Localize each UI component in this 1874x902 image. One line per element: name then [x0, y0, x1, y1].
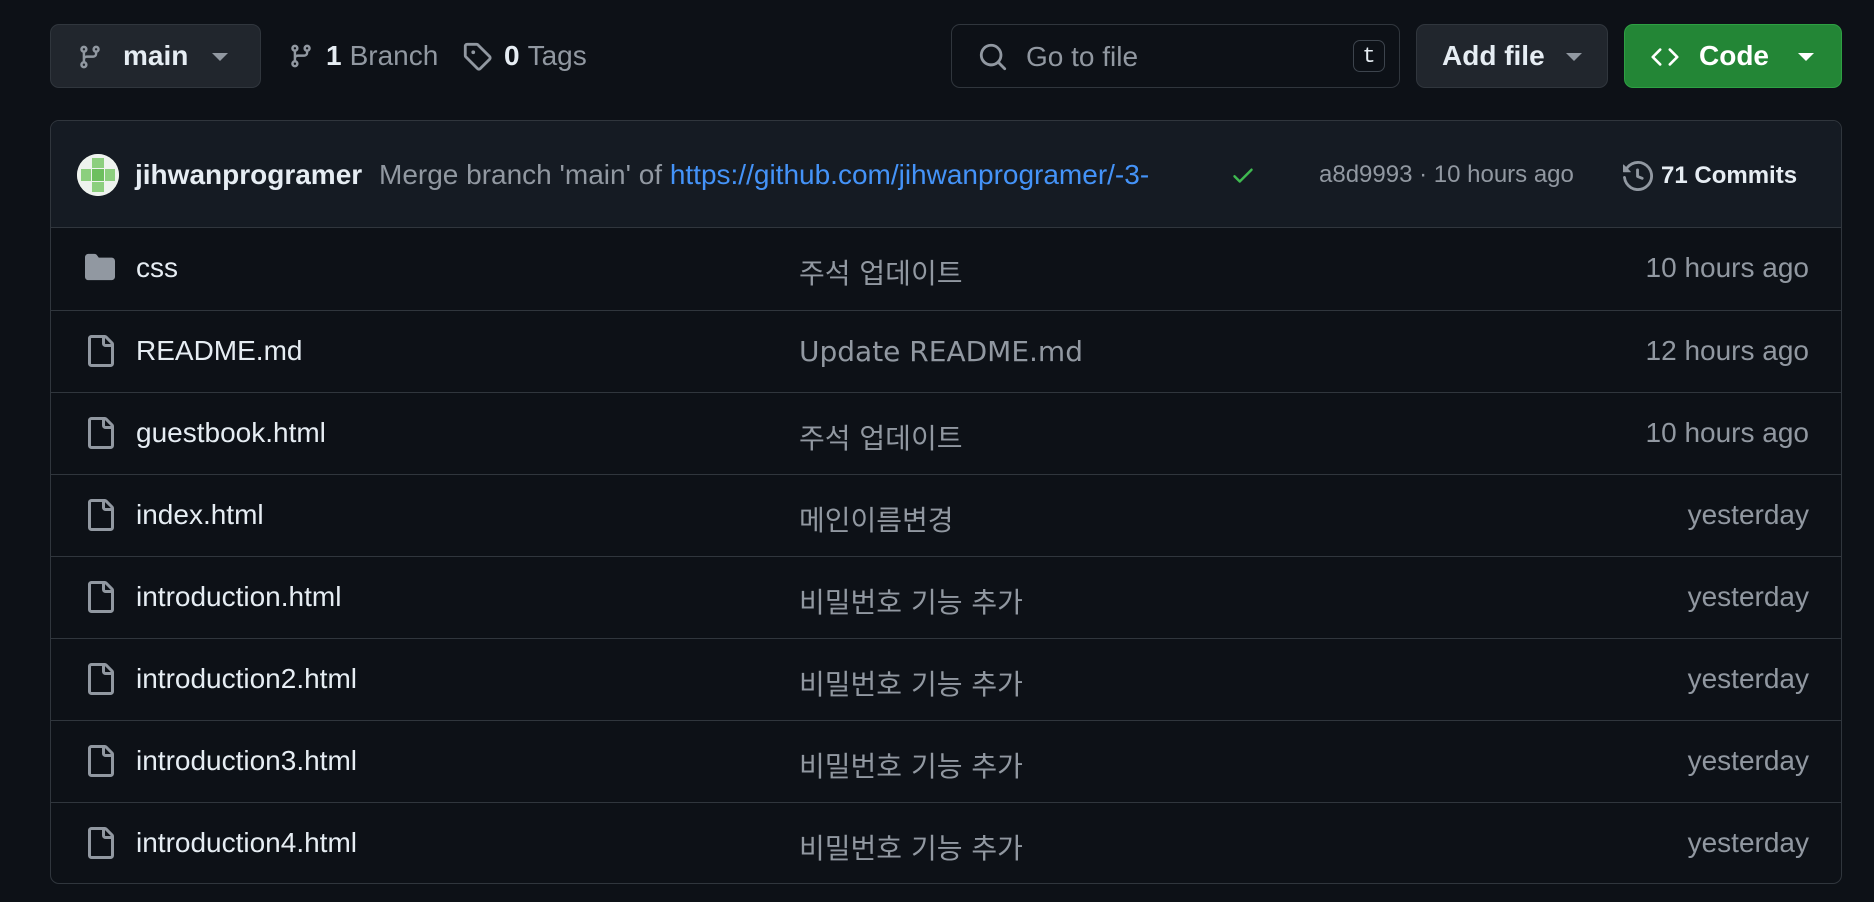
code-label: Code — [1699, 40, 1769, 71]
file-commit-time: yesterday — [1687, 499, 1809, 530]
branches-link[interactable]: 1 Branch — [288, 38, 438, 74]
file-icon — [83, 745, 117, 777]
file-commit-time: 10 hours ago — [1645, 417, 1809, 448]
folder-icon — [83, 252, 117, 282]
file-icon — [83, 417, 117, 449]
avatar[interactable] — [77, 154, 119, 196]
tag-icon — [462, 41, 492, 71]
commit-message-text: Merge branch 'main' of — [379, 159, 670, 190]
file-commit-time: yesterday — [1687, 827, 1809, 858]
file-commit-message-link[interactable]: 주석 업데이트 — [799, 252, 962, 292]
file-icon — [83, 827, 117, 859]
search-icon — [978, 42, 1008, 72]
commit-author[interactable]: jihwanprogramer — [135, 159, 362, 191]
table-row[interactable]: introduction2.html 비밀번호 기능 추가 yesterday — [51, 638, 1841, 720]
file-commit-time: yesterday — [1687, 581, 1809, 612]
file-commit-message-link[interactable]: 주석 업데이트 — [799, 417, 962, 457]
file-commit-message-link[interactable]: 비밀번호 기능 추가 — [799, 581, 1023, 621]
file-name-link[interactable]: introduction.html — [136, 581, 341, 613]
table-row[interactable]: css 주석 업데이트 10 hours ago — [51, 228, 1841, 310]
file-commit-message-link[interactable]: 메인이름변경 — [799, 499, 954, 539]
file-commit-message-link[interactable]: 비밀번호 기능 추가 — [799, 827, 1023, 867]
file-icon — [83, 581, 117, 613]
check-icon[interactable] — [1228, 162, 1258, 188]
branch-count: 1 — [326, 40, 342, 71]
search-input[interactable] — [1024, 39, 1308, 75]
table-row[interactable]: README.md Update README.md 12 hours ago — [51, 310, 1841, 392]
commit-sha-time[interactable]: a8d9993 · 10 hours ago — [1319, 161, 1574, 189]
tags-link[interactable]: 0 Tags — [462, 38, 587, 74]
go-to-file-search[interactable]: t — [951, 24, 1400, 88]
file-name-link[interactable]: introduction4.html — [136, 827, 357, 859]
file-commit-message-link[interactable]: 비밀번호 기능 추가 — [799, 745, 1023, 785]
file-table: jihwanprogramer Merge branch 'main' of h… — [50, 120, 1842, 884]
table-row[interactable]: index.html 메인이름변경 yesterday — [51, 474, 1841, 556]
add-file-label: Add file — [1442, 40, 1545, 71]
table-row[interactable]: introduction3.html 비밀번호 기능 추가 yesterday — [51, 720, 1841, 802]
file-name-link[interactable]: introduction3.html — [136, 745, 357, 777]
file-icon — [83, 335, 117, 367]
commits-count-label: 71 Commits — [1661, 162, 1798, 189]
table-row[interactable]: introduction.html 비밀번호 기능 추가 yesterday — [51, 556, 1841, 638]
chevron-down-icon — [211, 52, 229, 62]
file-name-link[interactable]: introduction2.html — [136, 663, 357, 695]
code-button[interactable]: Code — [1624, 24, 1842, 88]
chevron-down-icon — [1797, 52, 1815, 62]
table-row[interactable]: guestbook.html 주석 업데이트 10 hours ago — [51, 392, 1841, 474]
file-name-link[interactable]: css — [136, 252, 178, 284]
keyboard-shortcut-hint: t — [1353, 40, 1385, 72]
file-name-link[interactable]: README.md — [136, 335, 302, 367]
table-row[interactable]: introduction4.html 비밀번호 기능 추가 yesterday — [51, 802, 1841, 883]
branch-label: Branch — [349, 40, 439, 71]
git-branch-icon — [77, 43, 103, 71]
file-commit-time: 12 hours ago — [1645, 335, 1809, 366]
file-name-link[interactable]: index.html — [136, 499, 264, 531]
git-branch-icon — [288, 42, 314, 70]
code-icon — [1649, 43, 1681, 71]
commit-message[interactable]: Merge branch 'main' of https://github.co… — [379, 159, 1149, 191]
file-commit-message-link[interactable]: Update README.md — [799, 335, 1083, 368]
file-name-link[interactable]: guestbook.html — [136, 417, 326, 449]
file-commit-time: yesterday — [1687, 663, 1809, 694]
commit-message-link[interactable]: https://github.com/jihwanprogramer/-3- — [670, 159, 1149, 190]
chevron-down-icon — [1565, 52, 1583, 62]
add-file-button[interactable]: Add file — [1416, 24, 1608, 88]
branch-name: main — [123, 40, 189, 71]
file-icon — [83, 663, 117, 695]
file-icon — [83, 499, 117, 531]
branch-select-button[interactable]: main — [50, 24, 261, 88]
file-commit-time: 10 hours ago — [1645, 252, 1809, 283]
file-commit-time: yesterday — [1687, 745, 1809, 776]
commit-history-link[interactable]: 71 Commits — [1623, 159, 1797, 193]
history-icon — [1623, 161, 1661, 191]
tag-label: Tags — [527, 40, 587, 71]
latest-commit-header: jihwanprogramer Merge branch 'main' of h… — [51, 121, 1841, 228]
file-commit-message-link[interactable]: 비밀번호 기능 추가 — [799, 663, 1023, 703]
tag-count: 0 — [504, 40, 520, 71]
